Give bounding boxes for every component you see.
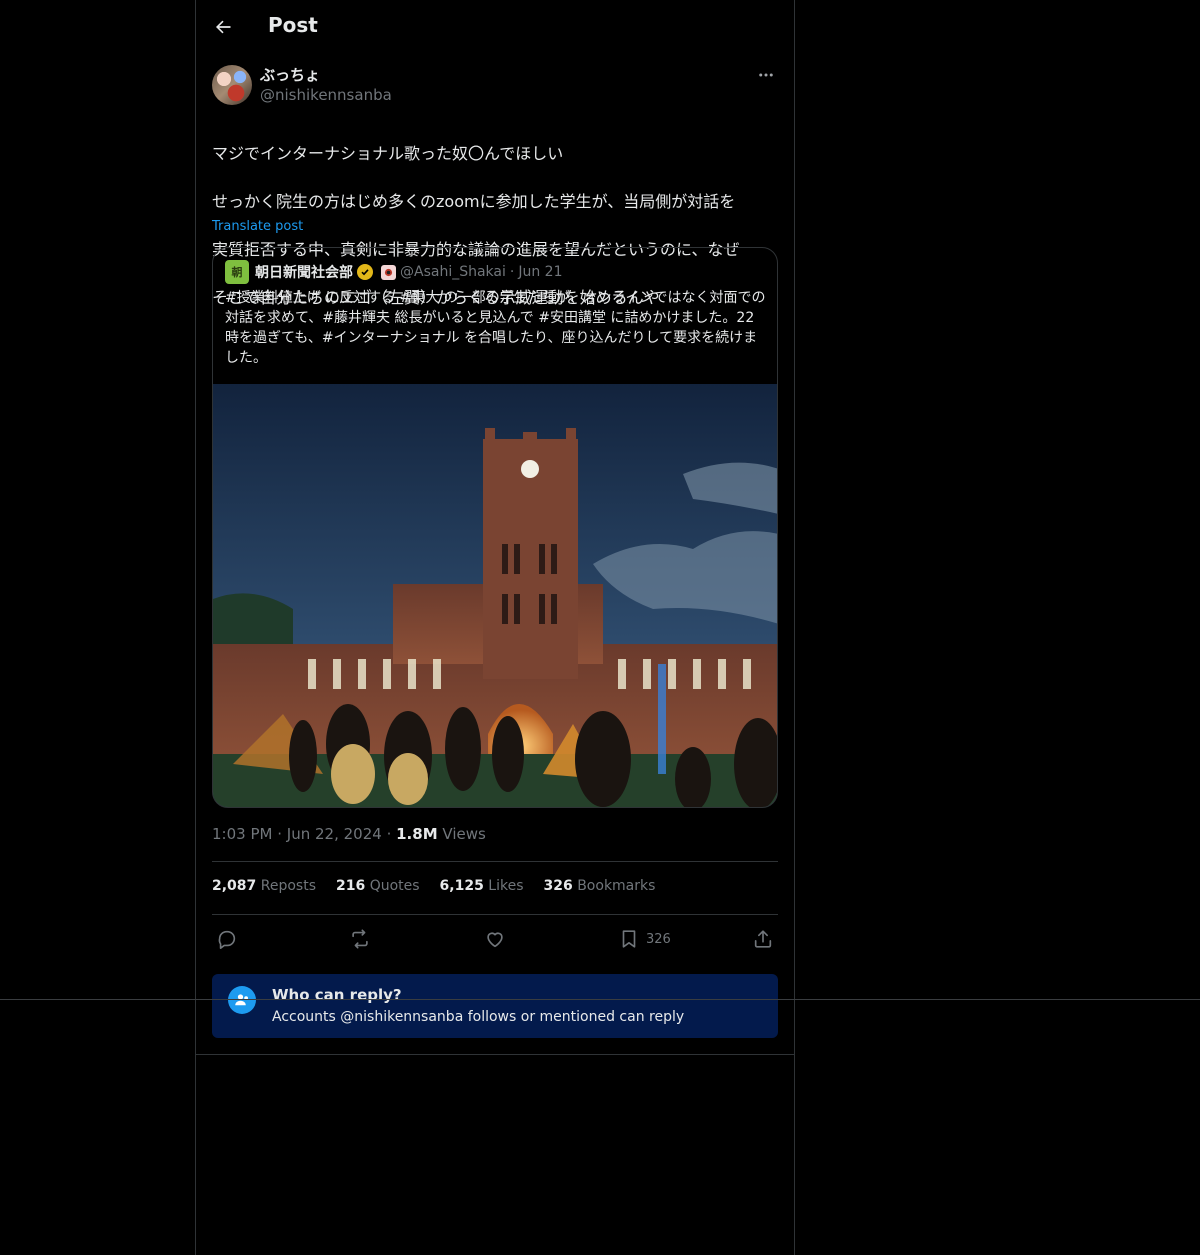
bookmark-button[interactable]: 326 xyxy=(618,925,671,953)
likes-label: Likes xyxy=(488,878,524,894)
reply-restriction-subtitle: Accounts @nishikennsanba follows or ment… xyxy=(272,1009,685,1025)
share-icon xyxy=(754,930,772,948)
action-bar: 326 xyxy=(212,925,778,953)
bookmarks-label: Bookmarks xyxy=(577,878,656,894)
quotes-count: 216 xyxy=(336,878,366,894)
bookmark-count: 326 xyxy=(646,931,671,947)
author-row: ぶっちょ @nishikennsanba xyxy=(212,64,778,108)
likes-stat[interactable]: 6,125 Likes xyxy=(440,878,524,894)
quoted-avatar[interactable]: 朝 xyxy=(225,260,249,284)
post-header: Post xyxy=(196,0,794,54)
quoted-post-header: 朝 朝日新聞社会部 @Asahi_Shakai · Jun 21 xyxy=(225,260,562,284)
horizontal-guide-line xyxy=(0,999,1200,1000)
divider xyxy=(196,1054,794,1055)
quoted-handle: @Asahi_Shakai xyxy=(400,264,506,280)
bookmarks-stat[interactable]: 326 Bookmarks xyxy=(544,878,656,894)
separator-dot: · xyxy=(277,825,287,843)
engagement-stats: 2,087 Reposts 216 Quotes 6,125 Likes 326… xyxy=(212,878,655,894)
primary-column: Post ぶっちょ @nishikennsanba マジでインターナショナル歌っ… xyxy=(195,0,795,1255)
arrow-left-icon xyxy=(216,20,231,34)
repost-button[interactable] xyxy=(349,925,371,953)
bookmarks-count: 326 xyxy=(543,878,573,894)
page-title: Post xyxy=(268,13,318,37)
separator-dot: · xyxy=(386,825,397,843)
reply-button[interactable] xyxy=(216,925,238,953)
reposts-stat[interactable]: 2,087 Reposts xyxy=(212,878,316,894)
bookmark-icon xyxy=(622,930,636,948)
post-date[interactable]: Jun 22, 2024 xyxy=(287,825,382,843)
quoted-display-name[interactable]: 朝日新聞社会部 xyxy=(255,262,353,282)
divider xyxy=(212,861,778,862)
like-button[interactable] xyxy=(484,925,506,953)
people-icon xyxy=(228,986,256,1014)
views-label: Views xyxy=(442,825,486,843)
post-text-line: マジでインターナショナル歌った奴〇んでほしい xyxy=(212,144,564,163)
divider xyxy=(212,914,778,915)
post-text-line: せっかく院生の方はじめ多くのzoomに参加した学生が、当局側が対話を xyxy=(212,192,736,211)
reposts-count: 2,087 xyxy=(212,878,257,894)
likes-count: 6,125 xyxy=(439,878,484,894)
author-display-name[interactable]: ぶっちょ xyxy=(260,64,320,85)
back-button[interactable] xyxy=(208,10,238,44)
reply-restriction-notice: Who can reply? Accounts @nishikennsanba … xyxy=(212,974,778,1038)
post-timestamp: 1:03 PM · Jun 22, 2024 · 1.8M Views xyxy=(212,825,486,843)
repost-icon xyxy=(352,929,368,949)
share-button[interactable] xyxy=(752,925,774,953)
quoted-text: #授業料値上げ に反対する #東大 の一部の学生たちが、オンラインではなく対面で… xyxy=(225,290,766,366)
quoted-date: Jun 21 xyxy=(518,264,563,280)
translate-post-link[interactable]: Translate post xyxy=(212,219,303,234)
verified-badge-icon xyxy=(357,264,373,280)
quotes-stat[interactable]: 216 Quotes xyxy=(336,878,420,894)
author-handle[interactable]: @nishikennsanba xyxy=(260,86,392,104)
reposts-label: Reposts xyxy=(260,878,316,894)
avatar[interactable] xyxy=(212,65,252,105)
reply-icon xyxy=(218,930,236,949)
quoted-photo[interactable] xyxy=(213,384,778,808)
quotes-label: Quotes xyxy=(369,878,420,894)
more-horizontal-icon xyxy=(759,73,773,77)
affiliation-badge-icon xyxy=(381,264,396,280)
views-count: 1.8M xyxy=(396,825,438,843)
quoted-post[interactable]: 朝 朝日新聞社会部 @Asahi_Shakai · Jun 21 #授業料値上げ… xyxy=(212,247,778,808)
post-time[interactable]: 1:03 PM xyxy=(212,825,272,843)
more-options-button[interactable] xyxy=(754,64,778,86)
heart-icon xyxy=(487,932,503,948)
separator-dot: · xyxy=(509,264,515,280)
reply-restriction-title: Who can reply? xyxy=(272,986,402,1004)
